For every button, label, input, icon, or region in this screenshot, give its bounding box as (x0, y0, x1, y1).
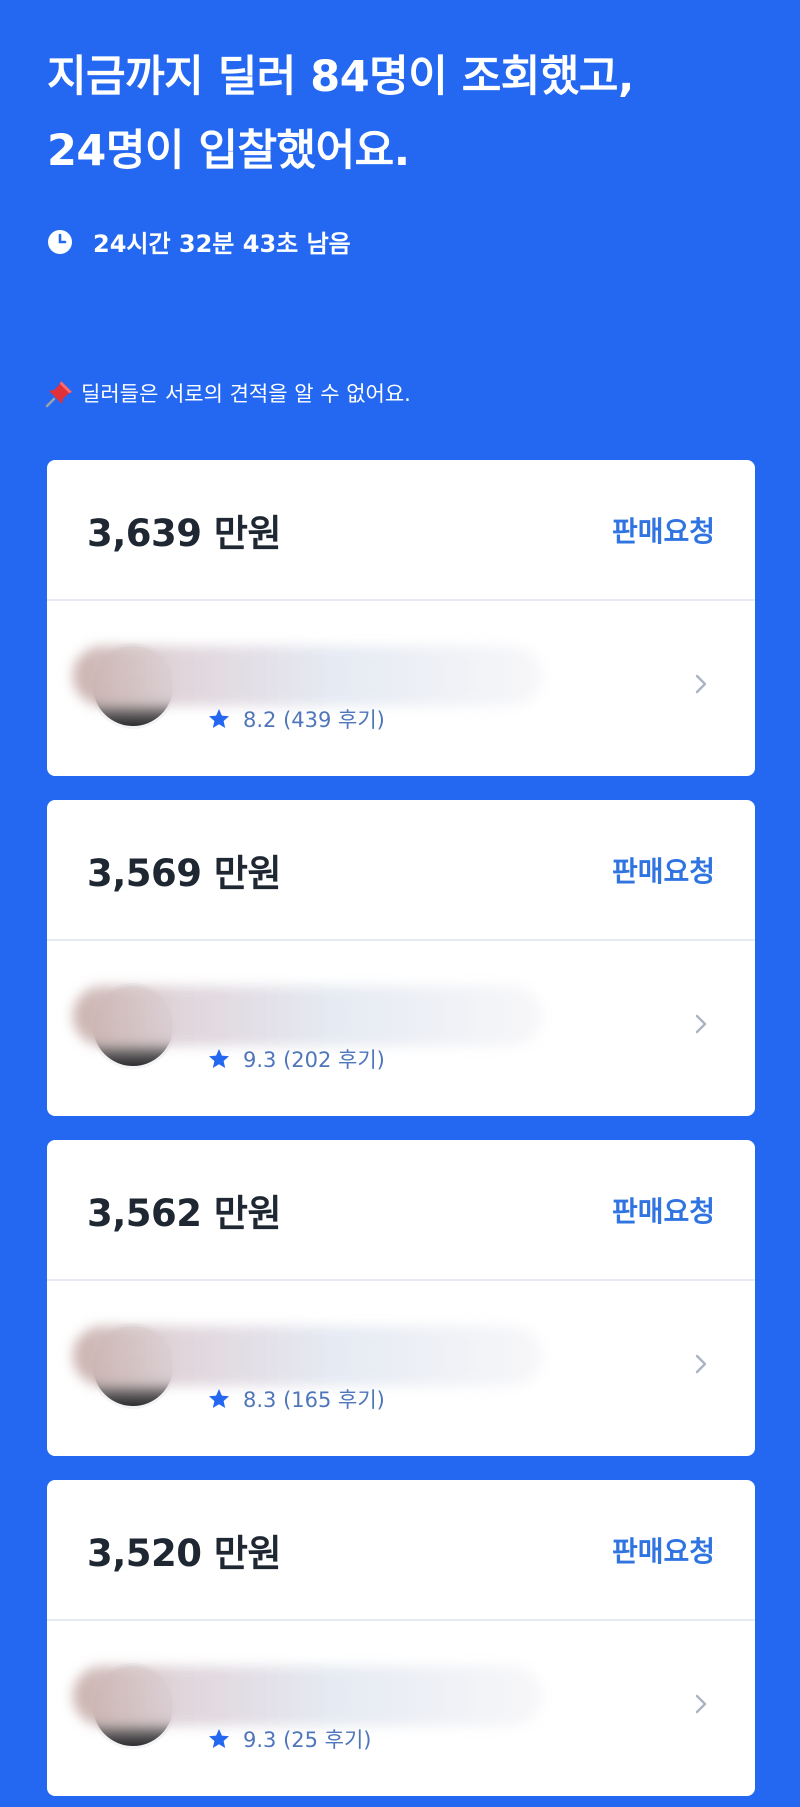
dealer-row[interactable]: 9.3 (202 후기) (47, 941, 755, 1114)
dealer-rating: 9.3 (202 후기) (207, 1044, 385, 1074)
headline-line-2: 24명이 입찰했어요. (47, 126, 410, 176)
sell-request-button[interactable]: 판매요청 (612, 850, 715, 890)
dealer-row[interactable]: 8.2 (439 후기) (47, 601, 755, 774)
offer-header: 3,562 만원 판매요청 (47, 1140, 755, 1281)
offer-card: 3,562 만원 판매요청 8.3 (165 후기) (47, 1140, 755, 1456)
notice-text: 딜러들은 서로의 견적을 알 수 없어요. (81, 382, 411, 406)
star-icon (209, 1389, 229, 1408)
chevron-right-icon[interactable] (694, 1693, 708, 1715)
headline-line-1: 지금까지 딜러 84명이 조회했고, (47, 52, 634, 102)
offer-header: 3,520 만원 판매요청 (47, 1480, 755, 1621)
offer-header: 3,639 만원 판매요청 (47, 460, 755, 601)
star-icon (209, 1729, 229, 1748)
offer-price: 3,569 만원 (87, 851, 282, 895)
notice-banner: 딜러들은 서로의 견적을 알 수 없어요. (45, 378, 411, 408)
dealer-row[interactable]: 9.3 (25 후기) (47, 1621, 755, 1794)
timer-text: 24시간 32분 43초 남음 (93, 230, 351, 258)
offer-price: 3,639 만원 (87, 511, 282, 555)
dealer-rating: 8.2 (439 후기) (207, 704, 385, 734)
chevron-right-icon[interactable] (694, 673, 708, 695)
offer-card: 3,569 만원 판매요청 9.3 (202 후기) (47, 800, 755, 1116)
dealer-rating: 9.3 (25 후기) (207, 1724, 372, 1754)
page-title: 지금까지 딜러 84명이 조회했고, 24명이 입찰했어요. (47, 40, 767, 188)
sell-request-button[interactable]: 판매요청 (612, 1190, 715, 1230)
offer-price: 3,520 만원 (87, 1531, 282, 1575)
star-icon (209, 709, 229, 728)
offers-page: 지금까지 딜러 84명이 조회했고, 24명이 입찰했어요. 24시간 32분 … (0, 0, 800, 1807)
dealer-rating: 8.3 (165 후기) (207, 1384, 385, 1414)
offer-list: 3,639 만원 판매요청 8.2 (439 후기) 3,569 만원 판매요청… (47, 460, 755, 1807)
dealer-name-redacted (73, 986, 543, 1046)
sell-request-button[interactable]: 판매요청 (612, 1530, 715, 1570)
chevron-right-icon[interactable] (694, 1353, 708, 1375)
chevron-right-icon[interactable] (694, 1013, 708, 1035)
dealer-name-redacted (73, 1326, 543, 1386)
star-icon (209, 1049, 229, 1068)
dealer-name-redacted (73, 1666, 543, 1726)
rating-text: 9.3 (25 후기) (243, 1728, 372, 1752)
countdown-timer: 24시간 32분 43초 남음 (47, 224, 351, 259)
rating-text: 8.3 (165 후기) (243, 1388, 385, 1412)
rating-text: 8.2 (439 후기) (243, 708, 385, 732)
offer-card: 3,639 만원 판매요청 8.2 (439 후기) (47, 460, 755, 776)
rating-text: 9.3 (202 후기) (243, 1048, 385, 1072)
offer-header: 3,569 만원 판매요청 (47, 800, 755, 941)
pushpin-icon (45, 381, 72, 408)
dealer-name-redacted (73, 646, 543, 706)
clock-icon (48, 229, 72, 254)
dealer-row[interactable]: 8.3 (165 후기) (47, 1281, 755, 1454)
sell-request-button[interactable]: 판매요청 (612, 510, 715, 550)
offer-card: 3,520 만원 판매요청 9.3 (25 후기) (47, 1480, 755, 1796)
offer-price: 3,562 만원 (87, 1191, 282, 1235)
